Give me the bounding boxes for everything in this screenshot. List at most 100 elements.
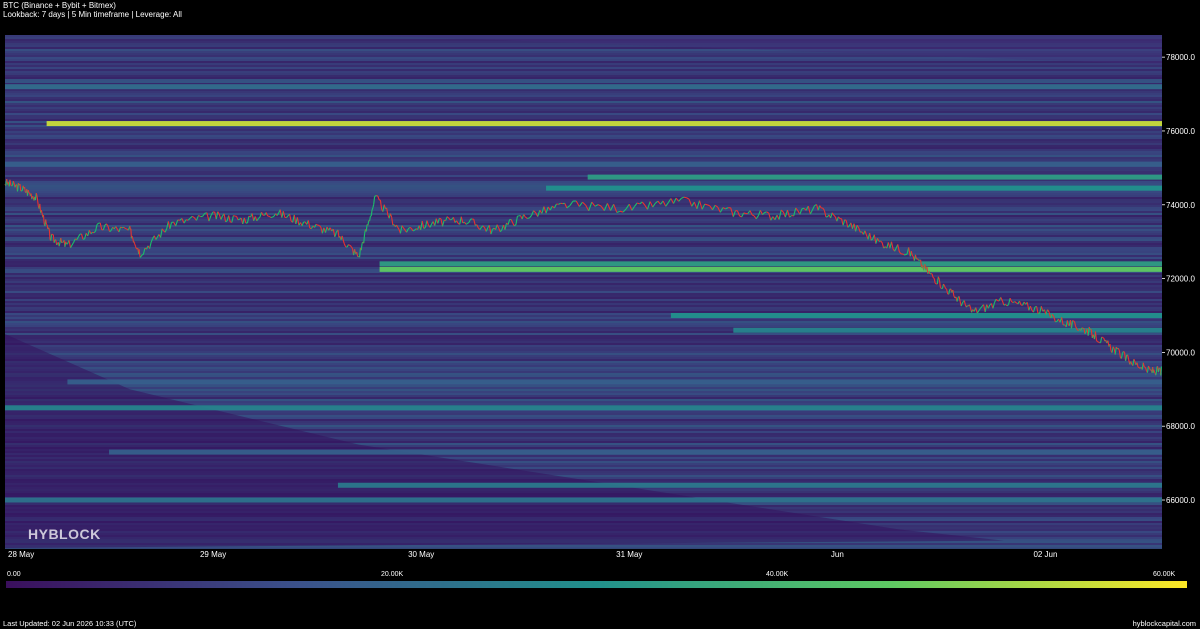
y-tick-label: 68000.0 — [1166, 422, 1195, 431]
price-candle — [374, 195, 376, 198]
price-candle — [1011, 301, 1014, 303]
y-axis: 78000.0 76000.0 74000.0 72000.0 70000.0 68000… — [1162, 53, 1195, 505]
heatmap-bands — [5, 35, 1163, 549]
heatmap-texture-band — [5, 237, 1162, 239]
heatmap-texture-band — [5, 141, 1162, 143]
heatmap-texture-band — [5, 341, 1162, 343]
liquidation-level-band — [670, 312, 1162, 318]
price-candle — [134, 244, 137, 247]
heatmap-texture-band — [5, 345, 1162, 347]
hyblock-watermark: HYBLOCK — [28, 526, 101, 542]
heatmap-texture-band — [5, 275, 1162, 277]
heatmap-texture-band — [5, 153, 1162, 155]
x-tick-label: 02 Jun — [1033, 550, 1057, 559]
heatmap-texture-band — [5, 209, 1162, 211]
price-candle — [1154, 371, 1156, 374]
heatmap-texture-band — [5, 117, 1162, 119]
heatmap-texture-band — [5, 111, 1162, 113]
heatmap-texture-band — [5, 59, 1162, 61]
liquidation-level-band — [379, 266, 1162, 272]
heatmap-texture-band — [5, 321, 1162, 323]
price-candle — [1101, 336, 1103, 339]
heatmap-texture-band — [5, 213, 1162, 215]
heatmap-texture-band — [5, 243, 1162, 245]
heatmap-texture-band — [5, 279, 1162, 281]
heatmap-texture-band — [5, 287, 1162, 289]
heatmap-texture-band — [5, 295, 1162, 297]
heatmap-texture-band — [5, 281, 1162, 283]
heatmap-texture-band — [5, 67, 1162, 69]
price-candle — [939, 287, 942, 289]
heatmap-texture-band — [5, 289, 1162, 291]
heatmap-texture-band — [5, 147, 1162, 149]
heatmap-texture-band — [5, 255, 1162, 257]
x-tick-label: 30 May — [408, 550, 434, 559]
price-candle — [1153, 369, 1156, 373]
colorbar-gradient — [6, 581, 1187, 588]
heatmap-texture-band — [5, 221, 1162, 223]
heatmap-texture-band — [5, 397, 1162, 399]
heatmap-texture-band — [5, 191, 1162, 193]
x-tick-label: Jun — [831, 550, 844, 559]
price-candle — [45, 219, 47, 225]
colorbar-label-0: 0.00 — [7, 571, 21, 578]
heatmap-texture-band — [5, 357, 1162, 359]
heatmap-texture-band — [5, 339, 1162, 341]
heatmap-texture-band — [5, 99, 1162, 101]
heatmap-texture-band — [5, 241, 1162, 243]
price-candle — [1081, 327, 1084, 329]
x-tick-label: 28 May — [8, 550, 34, 559]
heatmap-texture-band — [5, 129, 1162, 131]
price-candle — [48, 227, 50, 230]
price-candle — [934, 282, 937, 285]
price-candle — [27, 189, 30, 193]
price-candle — [1157, 368, 1160, 373]
heatmap-texture-band — [5, 95, 1162, 97]
price-candle — [141, 253, 144, 256]
heatmap-texture-band — [5, 375, 1162, 377]
heatmap-texture-band — [5, 245, 1162, 247]
heatmap-texture-band — [5, 311, 1162, 313]
heatmap-texture-band — [5, 363, 1162, 365]
heatmap-texture-band — [5, 81, 1162, 83]
heatmap-texture-band — [5, 337, 1162, 339]
price-candle — [1155, 371, 1157, 376]
price-candle — [1123, 350, 1125, 353]
heatmap-texture-band — [5, 309, 1162, 311]
liquidation-level-band — [546, 185, 1162, 191]
liquidation-level-band — [5, 84, 1162, 90]
x-axis: 28 May 29 May 30 May 31 May Jun 02 Jun — [8, 550, 1057, 559]
price-candle — [135, 246, 137, 249]
heatmap-texture-band — [5, 257, 1162, 259]
heatmap-texture-band — [5, 167, 1162, 169]
heatmap-texture-band — [5, 135, 1162, 137]
heatmap-texture-band — [5, 233, 1162, 235]
price-candle — [945, 288, 947, 290]
heatmap-texture-band — [5, 71, 1162, 73]
price-candle — [371, 207, 374, 211]
heatmap-texture-band — [5, 145, 1162, 147]
y-tick-label: 66000.0 — [1166, 496, 1195, 505]
heatmap-texture-band — [5, 133, 1162, 135]
price-candle — [704, 203, 708, 206]
heatmap-texture-band — [5, 319, 1162, 321]
liquidation-level-band — [337, 482, 1162, 488]
liquidation-level-band — [67, 379, 1162, 385]
price-candle — [450, 218, 453, 221]
price-candle — [56, 243, 58, 246]
heatmap-texture-band — [5, 181, 1162, 183]
y-tick-label: 74000.0 — [1166, 201, 1195, 210]
heatmap-texture-band — [5, 273, 1162, 275]
heatmap-texture-band — [5, 251, 1162, 253]
heatmap-texture-band — [5, 69, 1162, 71]
price-candle — [124, 227, 127, 230]
heatmap-texture-band — [5, 211, 1162, 213]
heatmap-texture-band — [5, 299, 1162, 301]
heatmap-texture-band — [5, 225, 1162, 227]
heatmap-texture-band — [5, 393, 1162, 395]
price-candle — [1159, 367, 1161, 369]
price-candle — [409, 226, 412, 229]
site-link[interactable]: hyblockcapital.com — [1133, 619, 1196, 628]
heatmap-texture-band — [5, 207, 1162, 209]
price-candle — [14, 184, 17, 188]
